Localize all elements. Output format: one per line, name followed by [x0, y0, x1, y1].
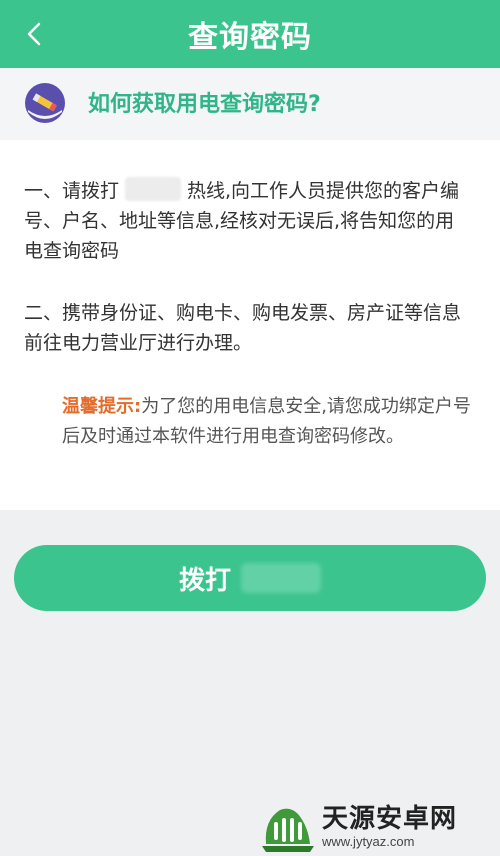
back-button[interactable]: [14, 14, 54, 54]
header-bar: 查询密码: [0, 0, 500, 68]
question-section: 如何获取用电查询密码?: [0, 68, 500, 140]
chevron-left-icon: [27, 22, 41, 46]
step-2-text: 二、携带身份证、购电卡、购电发票、房产证等信息前往电力营业厅进行办理。: [24, 302, 462, 354]
watermark-url: www.jytyaz.com: [322, 834, 415, 849]
tip-text: 温馨提示:为了您的用电信息安全,请您成功绑定户号后及时通过本软件进行用电查询密码…: [62, 392, 474, 452]
step-1-text: 一、请拨打 热线,向工作人员提供您的客户编号、户名、地址等信息,经核对无误后,将告…: [24, 176, 470, 266]
redacted-phone-number: [241, 563, 321, 593]
call-button-label: 拨打: [178, 565, 231, 596]
pencil-icon: [25, 83, 65, 123]
watermark-name: 天源安卓网: [322, 804, 458, 834]
tip-label: 温馨提示:: [62, 396, 142, 417]
question-title: 如何获取用电查询密码?: [88, 92, 321, 117]
call-hotline-button[interactable]: 拨打: [14, 545, 486, 611]
instructions-panel: 一、请拨打 热线,向工作人员提供您的客户编号、户名、地址等信息,经核对无误后,将告…: [0, 140, 500, 510]
android-logo-icon: [262, 808, 314, 852]
step-1-prefix: 一、请拨打: [24, 180, 120, 202]
watermark: 天源安卓网 www.jytyaz.com: [260, 800, 490, 854]
page-title: 查询密码: [188, 20, 312, 55]
redacted-phone-number: [125, 177, 182, 201]
